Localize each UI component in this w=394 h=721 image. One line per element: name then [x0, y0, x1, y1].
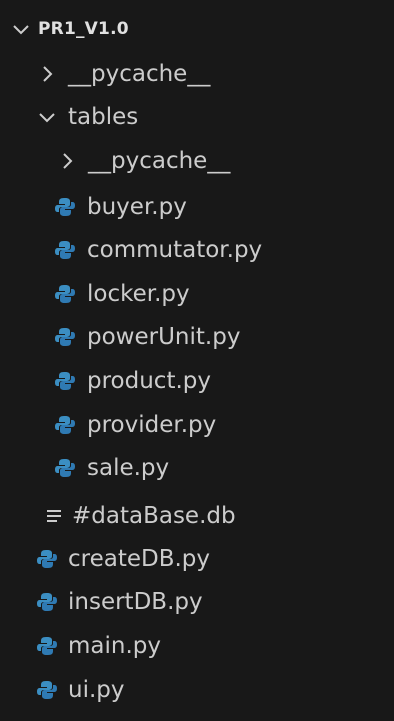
- tree-item-label: tables: [68, 104, 139, 130]
- chevron-down-icon: [10, 18, 32, 40]
- tree-item-tables-folder[interactable]: tables: [36, 97, 394, 137]
- tree-item-label: locker.py: [87, 281, 190, 307]
- python-icon: [54, 283, 76, 305]
- tree-item-powerunit-py[interactable]: powerUnit.py: [54, 317, 394, 357]
- tree-item-label: sale.py: [87, 455, 170, 481]
- python-icon: [54, 370, 76, 392]
- explorer-root-folder[interactable]: PR1_V1.0: [10, 9, 394, 49]
- tree-item-createdb-py[interactable]: createDB.py: [36, 539, 394, 579]
- chevron-down-icon: [36, 106, 58, 128]
- tree-item-label: powerUnit.py: [87, 324, 241, 350]
- tree-item-label: __pycache__: [68, 61, 211, 87]
- python-icon: [54, 326, 76, 348]
- tree-item-tables-pycache[interactable]: __pycache__: [56, 141, 394, 181]
- python-icon: [54, 196, 76, 218]
- python-icon: [36, 679, 58, 701]
- tree-item-provider-py[interactable]: provider.py: [54, 405, 394, 445]
- tree-item-label: commutator.py: [87, 237, 263, 263]
- tree-item-label: #dataBase.db: [72, 503, 236, 529]
- python-icon: [54, 239, 76, 261]
- tree-item-main-py[interactable]: main.py: [36, 626, 394, 666]
- tree-item-label: ui.py: [68, 677, 125, 703]
- python-icon: [54, 414, 76, 436]
- tree-item-database-db[interactable]: #dataBase.db: [44, 496, 394, 536]
- tree-item-label: buyer.py: [87, 194, 187, 220]
- tree-item-label: provider.py: [87, 412, 217, 438]
- tree-item-ui-py[interactable]: ui.py: [36, 670, 394, 710]
- tree-item-label: createDB.py: [68, 546, 211, 572]
- text-file-icon: [44, 506, 64, 526]
- tree-item-buyer-py[interactable]: buyer.py: [54, 187, 394, 227]
- file-explorer: PR1_V1.0 __pycache__ tables __pycache__ …: [0, 0, 394, 721]
- tree-item-product-py[interactable]: product.py: [54, 361, 394, 401]
- tree-item-label: product.py: [87, 368, 211, 394]
- tree-item-label: insertDB.py: [68, 589, 203, 615]
- python-icon: [36, 591, 58, 613]
- root-folder-label: PR1_V1.0: [38, 19, 129, 39]
- python-icon: [36, 635, 58, 657]
- tree-item-pycache[interactable]: __pycache__: [36, 54, 394, 94]
- tree-item-insertdb-py[interactable]: insertDB.py: [36, 582, 394, 622]
- tree-item-label: __pycache__: [88, 148, 231, 174]
- python-icon: [36, 548, 58, 570]
- chevron-right-icon: [56, 150, 78, 172]
- tree-item-commutator-py[interactable]: commutator.py: [54, 230, 394, 270]
- tree-item-label: main.py: [68, 633, 161, 659]
- tree-item-locker-py[interactable]: locker.py: [54, 274, 394, 314]
- python-icon: [54, 457, 76, 479]
- chevron-right-icon: [36, 63, 58, 85]
- tree-item-sale-py[interactable]: sale.py: [54, 448, 394, 488]
